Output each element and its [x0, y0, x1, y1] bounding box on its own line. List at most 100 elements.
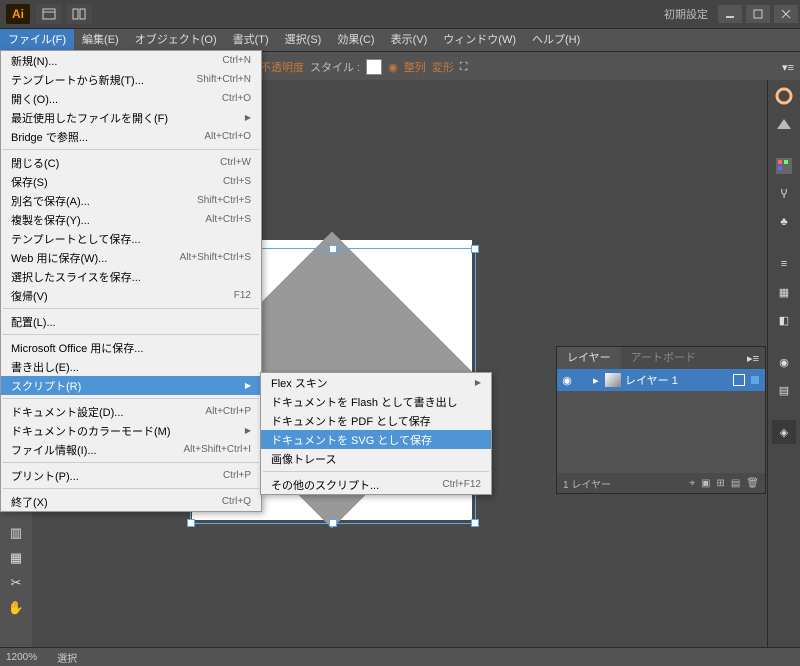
submenu-arrow-icon: ▶ — [245, 113, 251, 122]
artboard-tool[interactable]: ▦ — [2, 546, 30, 570]
file-menu-item[interactable]: Microsoft Office 用に保存... — [1, 338, 261, 357]
brushes-panel-icon[interactable]: Ⴤ — [772, 182, 796, 206]
symbols-panel-icon[interactable]: ♣ — [772, 210, 796, 234]
menu-item-label: ドキュメントのカラーモード(M) — [11, 423, 245, 439]
app-logo: Ai — [6, 4, 30, 24]
artboards-tab[interactable]: アートボード — [621, 347, 706, 369]
layers-panel-icon[interactable]: ◈ — [772, 420, 796, 444]
menu-effect[interactable]: 効果(C) — [329, 29, 382, 51]
menu-shortcut: Alt+Ctrl+O — [204, 131, 251, 142]
color-panel-icon[interactable] — [772, 84, 796, 108]
menu-item-label: 複製を保存(Y)... — [11, 212, 205, 228]
hand-tool[interactable]: ✋ — [2, 596, 30, 620]
file-menu-item[interactable]: 最近使用したファイルを開く(F)▶ — [1, 108, 261, 127]
zoom-level[interactable]: 1200% — [6, 652, 37, 663]
title-bar: Ai 初期設定 — [0, 0, 800, 29]
transparency-panel-icon[interactable]: ◧ — [772, 308, 796, 332]
menu-item-label: 画像トレース — [271, 451, 481, 467]
file-menu-item[interactable]: 配置(L)... — [1, 312, 261, 331]
panel-collapse-icon[interactable]: ▸≡ — [741, 352, 765, 365]
file-menu-item[interactable]: ドキュメントのカラーモード(M)▶ — [1, 421, 261, 440]
menu-item-label: 選択したスライスを保存... — [11, 269, 251, 285]
new-layer-icon[interactable]: ▤ — [731, 478, 740, 489]
menu-item-label: テンプレートから新規(T)... — [11, 72, 197, 88]
align-link[interactable]: 整列 — [404, 59, 426, 75]
slice-tool[interactable]: ✂ — [2, 571, 30, 595]
menu-select[interactable]: 選択(S) — [277, 29, 330, 51]
script-menu-item[interactable]: ドキュメントを SVG として保存 — [261, 430, 491, 449]
file-menu-item[interactable]: ファイル情報(I)...Alt+Shift+Ctrl+I — [1, 440, 261, 459]
layers-panel: レイヤー アートボード ▸≡ ◉ ▸ レイヤー 1 1 レイヤー ⌖ ▣ ⊞ ▤… — [556, 346, 766, 494]
script-menu-item[interactable]: Flex スキン▶ — [261, 373, 491, 392]
stroke-panel-icon[interactable]: ≡ — [772, 252, 796, 276]
file-menu-dropdown: 新規(N)...Ctrl+Nテンプレートから新規(T)...Shift+Ctrl… — [0, 50, 262, 512]
menu-help[interactable]: ヘルプ(H) — [524, 29, 588, 51]
locate-layer-icon[interactable]: ⌖ — [689, 478, 695, 489]
layout-button[interactable] — [66, 4, 92, 24]
file-menu-item[interactable]: 終了(X)Ctrl+Q — [1, 492, 261, 511]
minimize-button[interactable] — [718, 5, 742, 23]
delete-layer-icon[interactable]: 🗑 — [746, 478, 759, 489]
menu-view[interactable]: 表示(V) — [383, 29, 436, 51]
file-menu-item[interactable]: プリント(P)...Ctrl+P — [1, 466, 261, 485]
new-sublayer-icon[interactable]: ⊞ — [716, 478, 724, 489]
menu-shortcut: F12 — [234, 290, 251, 301]
file-menu-item[interactable]: テンプレートとして保存... — [1, 229, 261, 248]
layer-row[interactable]: ◉ ▸ レイヤー 1 — [557, 369, 765, 391]
script-menu-item[interactable]: ドキュメントを Flash として書き出し — [261, 392, 491, 411]
arrange-docs-button[interactable] — [36, 4, 62, 24]
menu-type[interactable]: 書式(T) — [225, 29, 277, 51]
handle-sw[interactable] — [187, 519, 195, 527]
file-menu-item[interactable]: Web 用に保存(W)...Alt+Shift+Ctrl+S — [1, 248, 261, 267]
file-menu-item[interactable]: テンプレートから新規(T)...Shift+Ctrl+N — [1, 70, 261, 89]
handle-n[interactable] — [329, 245, 337, 253]
menu-item-label: 保存(S) — [11, 174, 223, 190]
opacity-label[interactable]: 不透明度 — [260, 59, 304, 75]
file-menu-item[interactable]: 選択したスライスを保存... — [1, 267, 261, 286]
color-guide-icon[interactable] — [772, 112, 796, 136]
file-menu-item[interactable]: 閉じる(C)Ctrl+W — [1, 153, 261, 172]
file-menu-item[interactable]: 書き出し(E)... — [1, 357, 261, 376]
style-swatch[interactable] — [366, 59, 382, 75]
workspace-preset[interactable]: 初期設定 — [656, 6, 716, 22]
file-menu-item[interactable]: 複製を保存(Y)...Alt+Ctrl+S — [1, 210, 261, 229]
handle-ne[interactable] — [471, 245, 479, 253]
file-menu-item[interactable]: 開く(O)...Ctrl+O — [1, 89, 261, 108]
panel-menu-icon[interactable]: ▾≡ — [782, 61, 794, 74]
appearance-panel-icon[interactable]: ◉ — [772, 350, 796, 374]
file-menu-item[interactable]: スクリプト(R)▶ — [1, 376, 261, 395]
script-menu-item[interactable]: その他のスクリプト...Ctrl+F12 — [261, 475, 491, 494]
menu-edit[interactable]: 編集(E) — [74, 29, 127, 51]
gradient-panel-icon[interactable]: ▦ — [772, 280, 796, 304]
column-graph-tool[interactable]: ▥ — [2, 521, 30, 545]
transform-link[interactable]: 変形 — [432, 59, 454, 75]
file-menu-item[interactable]: 新規(N)...Ctrl+N — [1, 51, 261, 70]
layer-name[interactable]: レイヤー 1 — [625, 372, 678, 388]
file-menu-item[interactable]: 保存(S)Ctrl+S — [1, 172, 261, 191]
swatches-panel-icon[interactable] — [772, 154, 796, 178]
visibility-icon[interactable]: ◉ — [557, 374, 577, 387]
file-menu-item[interactable]: 復帰(V)F12 — [1, 286, 261, 305]
close-button[interactable] — [774, 5, 798, 23]
menu-item-label: プリント(P)... — [11, 468, 223, 484]
handle-s[interactable] — [329, 519, 337, 527]
menu-window[interactable]: ウィンドウ(W) — [435, 29, 524, 51]
file-menu-item[interactable]: ドキュメント設定(D)...Alt+Ctrl+P — [1, 402, 261, 421]
menu-item-label: Bridge で参照... — [11, 129, 204, 145]
file-menu-item[interactable]: 別名で保存(A)...Shift+Ctrl+S — [1, 191, 261, 210]
file-menu-item[interactable]: Bridge で参照...Alt+Ctrl+O — [1, 127, 261, 146]
recolor-icon[interactable]: ◉ — [388, 61, 398, 74]
disclosure-icon[interactable]: ▸ — [593, 374, 605, 387]
graphic-styles-icon[interactable]: ▤ — [772, 378, 796, 402]
isolate-icon[interactable]: ⛶ — [460, 61, 468, 74]
menu-item-label: Flex スキン — [271, 375, 475, 391]
script-menu-item[interactable]: ドキュメントを PDF として保存 — [261, 411, 491, 430]
clipping-mask-icon[interactable]: ▣ — [701, 478, 710, 489]
target-icon[interactable] — [733, 374, 745, 386]
maximize-button[interactable] — [746, 5, 770, 23]
menu-object[interactable]: オブジェクト(O) — [127, 29, 225, 51]
handle-se[interactable] — [471, 519, 479, 527]
menu-file[interactable]: ファイル(F) — [0, 29, 74, 51]
layers-tab[interactable]: レイヤー — [557, 347, 621, 369]
script-menu-item[interactable]: 画像トレース — [261, 449, 491, 468]
